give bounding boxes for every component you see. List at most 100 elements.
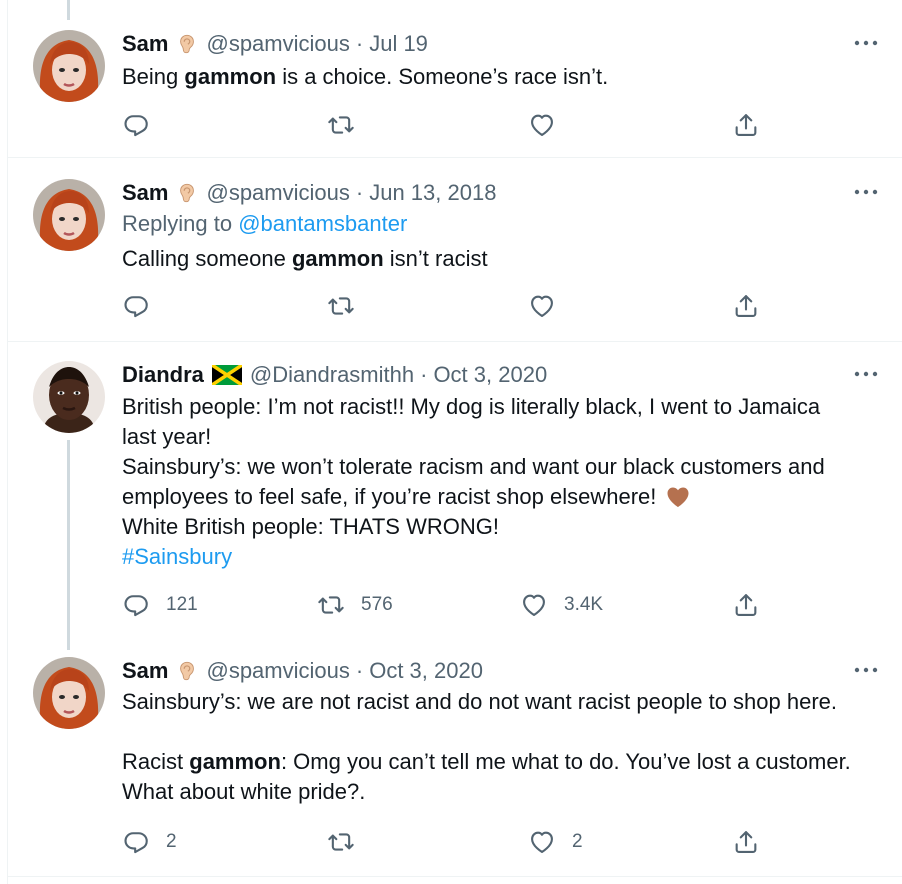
- tweet[interactable]: Sam @spamvicious · Jun 13, 2018 Replying…: [0, 179, 902, 339]
- tweet-date[interactable]: Oct 3, 2020: [369, 658, 483, 684]
- more-icon[interactable]: [852, 659, 880, 681]
- separator-dot: ·: [355, 31, 364, 56]
- like-icon: [528, 828, 556, 856]
- share-icon: [732, 591, 760, 619]
- user-handle[interactable]: @spamvicious: [206, 31, 349, 57]
- user-handle[interactable]: @Diandrasmithh: [250, 362, 414, 388]
- text-line: Racist gammon: Omg you can’t tell me wha…: [122, 747, 882, 777]
- more-icon[interactable]: [852, 181, 880, 203]
- share-button[interactable]: [732, 590, 760, 620]
- like-button[interactable]: 3.4K: [520, 590, 603, 620]
- text-line: employees to feel safe, if you’re racist…: [122, 484, 657, 509]
- tweet[interactable]: Sam @spamvicious · Jul 19 Being gammon i…: [0, 30, 902, 156]
- tweet[interactable]: Diandra @Diandrasmithh · Oct 3, 2020 Bri…: [0, 361, 902, 641]
- reply-button[interactable]: [122, 110, 150, 140]
- tweet-header: Diandra @Diandrasmithh · Oct 3, 2020: [122, 361, 547, 389]
- ear-emoji-icon: [176, 182, 198, 204]
- tweet-header: Sam @spamvicious · Jul 19: [122, 30, 428, 58]
- reply-count: 121: [166, 594, 198, 615]
- like-icon: [520, 591, 548, 619]
- brown-heart-icon: [666, 486, 690, 508]
- tweet-actions: 2 2: [122, 827, 782, 857]
- text-segment: Racist: [122, 749, 190, 774]
- reply-button[interactable]: 121: [122, 590, 198, 620]
- tweet-text: British people: I’m not racist!! My dog …: [122, 392, 882, 572]
- like-icon: [528, 111, 556, 139]
- tweet-date[interactable]: Jun 13, 2018: [369, 180, 496, 206]
- like-icon: [528, 292, 556, 320]
- tweet-actions: [122, 291, 782, 321]
- text-bold: gammon: [291, 246, 384, 271]
- retweet-button[interactable]: [327, 291, 355, 321]
- user-handle[interactable]: @spamvicious: [206, 180, 349, 206]
- more-icon[interactable]: [852, 32, 880, 54]
- reply-icon: [122, 111, 150, 139]
- like-button[interactable]: [528, 110, 556, 140]
- retweet-icon: [327, 292, 355, 320]
- tweet-text: Calling someone gammon isn’t racist: [122, 244, 882, 274]
- share-icon: [732, 111, 760, 139]
- text-line: White British people: THATS WRONG!: [122, 514, 499, 539]
- display-name[interactable]: Diandra: [122, 362, 204, 388]
- share-icon: [732, 292, 760, 320]
- avatar[interactable]: [33, 657, 105, 729]
- text-segment: is a choice. Someone’s race isn’t.: [276, 64, 609, 89]
- text-line: last year!: [122, 424, 212, 449]
- tweet-header: Sam @spamvicious · Jun 13, 2018: [122, 179, 496, 207]
- share-button[interactable]: [732, 291, 760, 321]
- jamaica-flag-icon: [211, 365, 242, 385]
- retweet-icon: [327, 828, 355, 856]
- like-button[interactable]: [528, 291, 556, 321]
- reply-button[interactable]: 2: [122, 827, 177, 857]
- separator-dot: ·: [355, 658, 364, 683]
- share-button[interactable]: [732, 110, 760, 140]
- replying-to: Replying to @bantamsbanter: [122, 209, 407, 239]
- tweet-actions: [122, 110, 782, 140]
- tweet-header: Sam @spamvicious · Oct 3, 2020: [122, 657, 483, 685]
- text-line: British people: I’m not racist!! My dog …: [122, 394, 821, 419]
- share-icon: [732, 828, 760, 856]
- display-name[interactable]: Sam: [122, 180, 168, 206]
- more-icon[interactable]: [852, 363, 880, 385]
- separator-dot: ·: [355, 180, 364, 205]
- retweet-icon: [327, 111, 355, 139]
- tweet[interactable]: Sam @spamvicious · Oct 3, 2020 Sainsbury…: [0, 657, 902, 867]
- tweet-date[interactable]: Oct 3, 2020: [433, 362, 547, 388]
- reply-icon: [122, 828, 150, 856]
- text-segment: isn’t racist: [383, 246, 488, 271]
- avatar[interactable]: [33, 179, 105, 251]
- text-line: Sainsbury’s: we are not racist and do no…: [122, 689, 838, 714]
- retweet-button[interactable]: 576: [317, 590, 393, 620]
- retweet-button[interactable]: [327, 827, 355, 857]
- like-button[interactable]: 2: [528, 827, 583, 857]
- text-segment: : Omg you can’t tell me what to do. You’…: [280, 749, 851, 774]
- avatar[interactable]: [33, 30, 105, 102]
- retweet-button[interactable]: [327, 110, 355, 140]
- tweet-text: Being gammon is a choice. Someone’s race…: [122, 62, 882, 92]
- share-button[interactable]: [732, 827, 760, 857]
- tweet-date[interactable]: Jul 19: [369, 31, 428, 57]
- separator-dot: ·: [420, 362, 428, 387]
- hashtag-link[interactable]: #Sainsbury: [122, 542, 882, 572]
- reply-icon: [122, 292, 150, 320]
- reply-button[interactable]: [122, 291, 150, 321]
- divider: [7, 341, 902, 342]
- conversation-timeline: Sam @spamvicious · Jul 19 Being gammon i…: [0, 0, 902, 884]
- tweet-text: Sainsbury’s: we are not racist and do no…: [122, 687, 882, 807]
- avatar[interactable]: [33, 361, 105, 433]
- display-name[interactable]: Sam: [122, 658, 168, 684]
- retweet-icon: [317, 591, 345, 619]
- replying-handle-link[interactable]: @bantamsbanter: [238, 211, 407, 236]
- text-line: Sainsbury’s: we won’t tolerate racism an…: [122, 454, 825, 479]
- text-line-with-emoji: employees to feel safe, if you’re racist…: [122, 482, 882, 512]
- text-bold: gammon: [184, 64, 277, 89]
- retweet-count: 576: [361, 594, 393, 615]
- thread-line: [67, 0, 70, 20]
- text-segment: Being: [122, 64, 185, 89]
- display-name[interactable]: Sam: [122, 31, 168, 57]
- ear-emoji-icon: [176, 660, 198, 682]
- user-handle[interactable]: @spamvicious: [206, 658, 349, 684]
- like-count: 3.4K: [564, 594, 604, 615]
- ear-emoji-icon: [176, 33, 198, 55]
